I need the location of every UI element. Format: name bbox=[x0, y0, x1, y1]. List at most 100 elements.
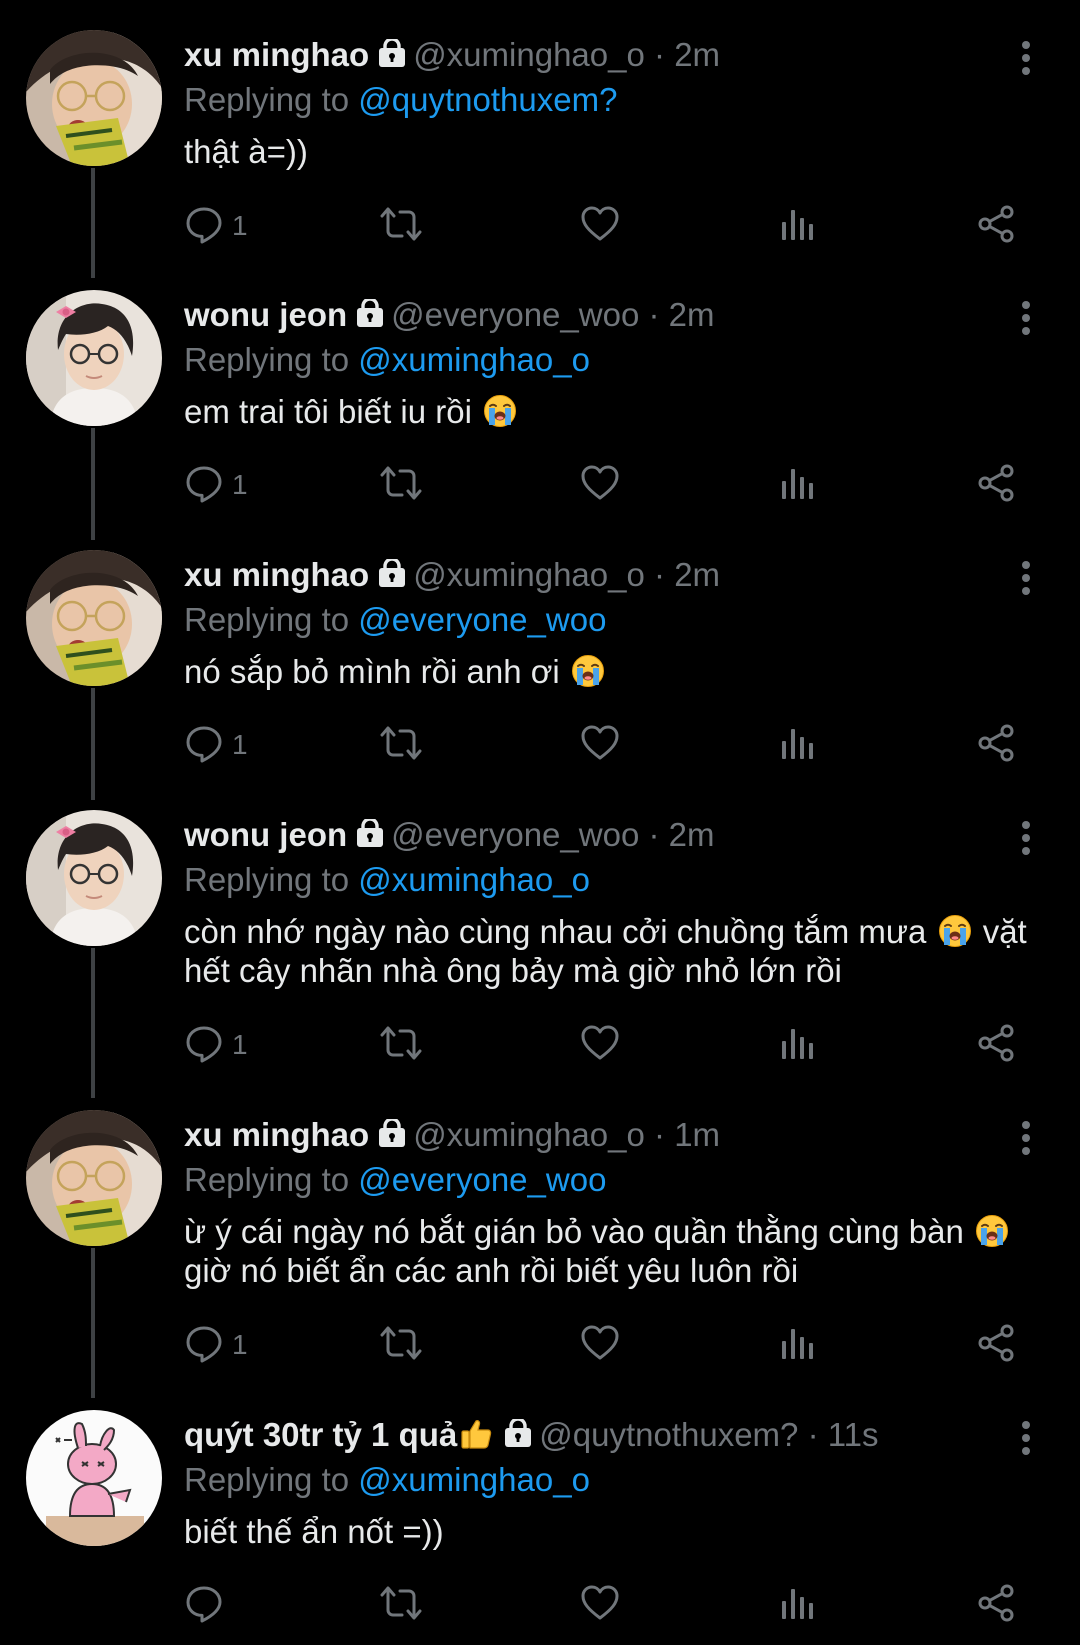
reply-button[interactable]: 1 bbox=[184, 1322, 248, 1368]
handle[interactable]: @xuminghao_o bbox=[413, 556, 645, 593]
more-options-icon[interactable] bbox=[1020, 300, 1032, 336]
views-icon bbox=[780, 465, 814, 506]
reply-mention[interactable]: @everyone_woo bbox=[358, 601, 606, 638]
reply-button[interactable]: 1 bbox=[184, 722, 248, 768]
retweet-button[interactable] bbox=[378, 722, 424, 768]
like-button[interactable] bbox=[580, 722, 620, 768]
handle[interactable]: @xuminghao_o bbox=[413, 36, 645, 73]
reply-mention[interactable]: @xuminghao_o bbox=[358, 861, 590, 898]
retweet-icon bbox=[378, 1583, 424, 1628]
action-bar bbox=[184, 1582, 1024, 1628]
share-button[interactable] bbox=[976, 203, 1016, 249]
views-icon bbox=[780, 1025, 814, 1066]
thread-connector bbox=[91, 1248, 95, 1398]
share-button[interactable] bbox=[976, 1322, 1016, 1368]
avatar-minghao[interactable] bbox=[26, 30, 162, 166]
views-button[interactable] bbox=[780, 1022, 814, 1068]
display-name[interactable]: wonu jeon bbox=[184, 816, 347, 853]
retweet-button[interactable] bbox=[378, 462, 424, 508]
timestamp[interactable]: 2m bbox=[674, 556, 720, 593]
timestamp[interactable]: 2m bbox=[669, 296, 715, 333]
timestamp[interactable]: 11s bbox=[828, 1416, 879, 1453]
reply-mention[interactable]: @quytnothuxem? bbox=[358, 81, 617, 118]
avatar-wonu[interactable] bbox=[26, 810, 162, 946]
avatar-minghao[interactable] bbox=[26, 550, 162, 686]
lock-icon bbox=[377, 553, 407, 603]
display-name[interactable]: xu minghao bbox=[184, 36, 369, 73]
retweet-button[interactable] bbox=[378, 1022, 424, 1068]
retweet-button[interactable] bbox=[378, 1582, 424, 1628]
timestamp[interactable]: 2m bbox=[669, 816, 715, 853]
more-options-icon[interactable] bbox=[1020, 820, 1032, 856]
handle[interactable]: @everyone_woo bbox=[391, 816, 639, 853]
tweet-text: biết thế ẩn nốt =)) bbox=[184, 1512, 1034, 1551]
display-name[interactable]: quýt 30tr tỷ 1 quả bbox=[184, 1416, 495, 1453]
separator-dot: · bbox=[807, 1416, 819, 1453]
lock-icon bbox=[355, 813, 385, 863]
tweet-text-content: giờ nó biết ẩn các anh rồi biết yêu luôn… bbox=[184, 1252, 799, 1289]
views-button[interactable] bbox=[780, 1582, 814, 1628]
retweet-icon bbox=[378, 723, 424, 768]
lock-icon bbox=[503, 1413, 533, 1463]
reply-mention[interactable]: @xuminghao_o bbox=[358, 341, 590, 378]
like-button[interactable] bbox=[580, 1022, 620, 1068]
reply-icon bbox=[184, 1023, 224, 1068]
reply-button[interactable] bbox=[184, 1582, 232, 1628]
reply-button[interactable]: 1 bbox=[184, 462, 248, 508]
views-button[interactable] bbox=[780, 1322, 814, 1368]
timestamp[interactable]: 1m bbox=[674, 1116, 720, 1153]
tweet-text: em trai tôi biết iu rồi bbox=[184, 392, 1034, 431]
share-icon bbox=[976, 723, 1016, 768]
display-name[interactable]: xu minghao bbox=[184, 556, 369, 593]
lock-icon bbox=[377, 33, 407, 83]
tweet-text: ừ ý cái ngày nó bắt gián bỏ vào quần thằ… bbox=[184, 1212, 1034, 1290]
views-button[interactable] bbox=[780, 462, 814, 508]
views-button[interactable] bbox=[780, 203, 814, 249]
separator-dot: · bbox=[654, 1116, 666, 1153]
replying-to-label: Replying to bbox=[184, 341, 350, 378]
like-icon bbox=[580, 463, 620, 508]
reply-button[interactable]: 1 bbox=[184, 203, 248, 249]
handle[interactable]: @everyone_woo bbox=[391, 296, 639, 333]
reply-count: 1 bbox=[232, 469, 248, 500]
tweet-text-content: nó sắp bỏ mình rồi anh ơi bbox=[184, 653, 560, 690]
tweet-text: thật à=)) bbox=[184, 132, 1034, 171]
retweet-button[interactable] bbox=[378, 203, 424, 249]
share-button[interactable] bbox=[976, 1582, 1016, 1628]
tweet-text-content: biết thế ẩn nốt =)) bbox=[184, 1513, 444, 1550]
share-button[interactable] bbox=[976, 1022, 1016, 1068]
more-options-icon[interactable] bbox=[1020, 560, 1032, 596]
reply-mention[interactable]: @everyone_woo bbox=[358, 1161, 606, 1198]
display-name[interactable]: xu minghao bbox=[184, 1116, 369, 1153]
avatar-quyt[interactable] bbox=[26, 1410, 162, 1546]
like-button[interactable] bbox=[580, 203, 620, 249]
views-icon bbox=[780, 206, 814, 247]
handle[interactable]: @quytnothuxem? bbox=[539, 1416, 798, 1453]
retweet-button[interactable] bbox=[378, 1322, 424, 1368]
more-options-icon[interactable] bbox=[1020, 1420, 1032, 1456]
more-options-icon[interactable] bbox=[1020, 40, 1032, 76]
avatar-minghao[interactable] bbox=[26, 1110, 162, 1246]
reply-button[interactable]: 1 bbox=[184, 1022, 248, 1068]
views-icon bbox=[780, 1585, 814, 1626]
share-button[interactable] bbox=[976, 462, 1016, 508]
thread-connector bbox=[91, 948, 95, 1098]
like-button[interactable] bbox=[580, 1582, 620, 1628]
reply-mention[interactable]: @xuminghao_o bbox=[358, 1461, 590, 1498]
display-name[interactable]: wonu jeon bbox=[184, 296, 347, 333]
like-button[interactable] bbox=[580, 1322, 620, 1368]
share-button[interactable] bbox=[976, 722, 1016, 768]
views-button[interactable] bbox=[780, 722, 814, 768]
views-icon bbox=[780, 1325, 814, 1366]
thread-connector bbox=[91, 428, 95, 540]
avatar-wonu[interactable] bbox=[26, 290, 162, 426]
timestamp[interactable]: 2m bbox=[674, 36, 720, 73]
like-button[interactable] bbox=[580, 462, 620, 508]
share-icon bbox=[976, 463, 1016, 508]
separator-dot: · bbox=[648, 816, 660, 853]
thread-connector bbox=[91, 168, 95, 278]
reply-icon bbox=[184, 1323, 224, 1368]
replying-to-label: Replying to bbox=[184, 861, 350, 898]
more-options-icon[interactable] bbox=[1020, 1120, 1032, 1156]
handle[interactable]: @xuminghao_o bbox=[413, 1116, 645, 1153]
